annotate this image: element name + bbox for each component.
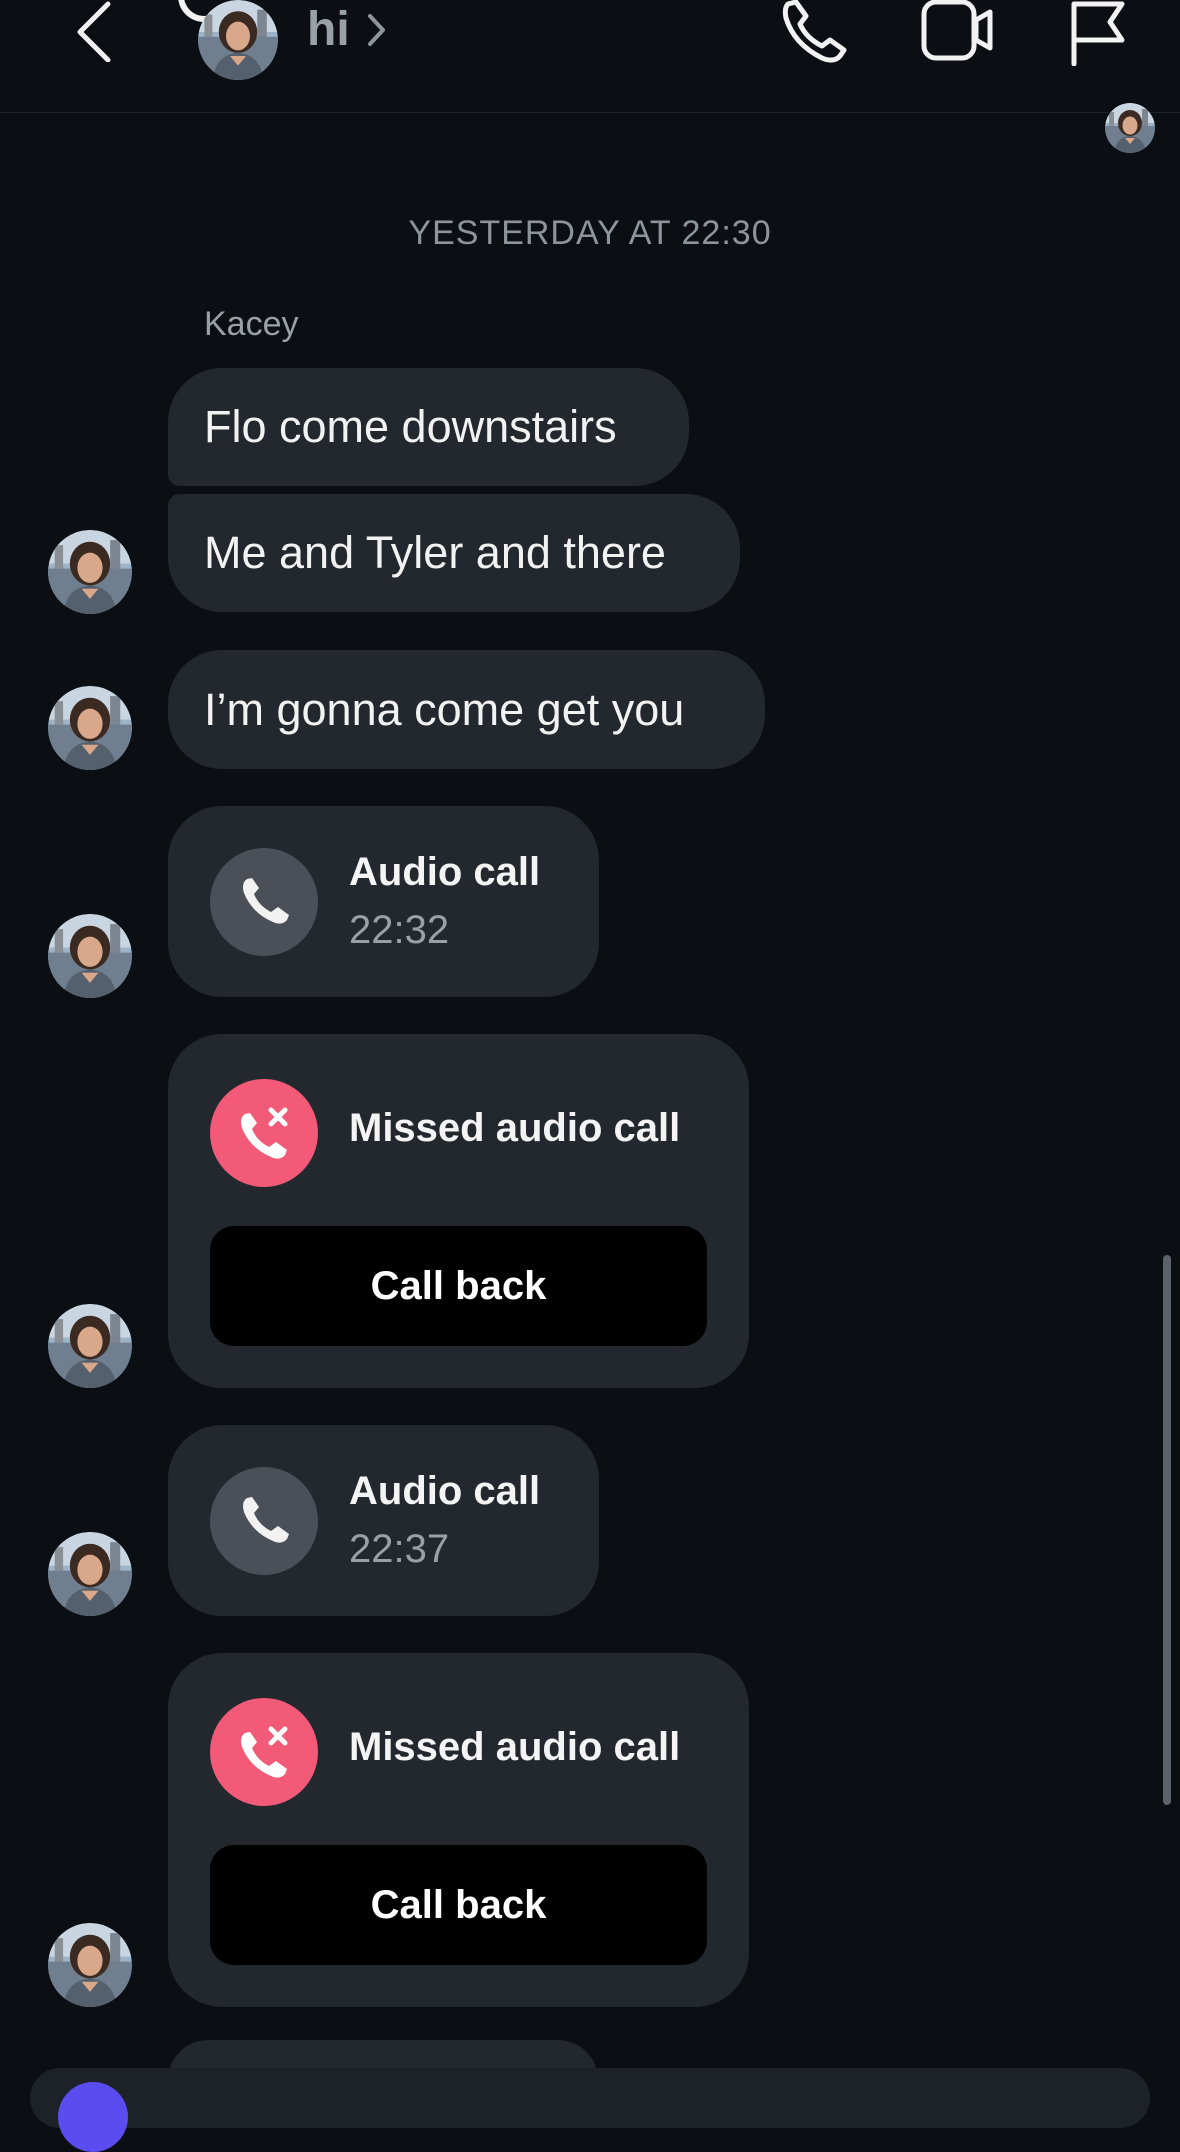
avatar[interactable]	[48, 686, 132, 770]
avatar[interactable]	[48, 1923, 132, 2007]
call-title: Audio call	[349, 850, 541, 894]
avatar[interactable]	[48, 914, 132, 998]
call-title: Missed audio call	[349, 1725, 681, 1769]
call-icon-button	[210, 848, 318, 956]
date-separator: YESTERDAY AT 22:30	[408, 214, 772, 252]
message-text: I’m gonna come get you	[204, 683, 685, 735]
chevron-left-icon	[77, 1, 111, 63]
flag-icon[interactable]	[1068, 0, 1130, 66]
call-icon-button	[210, 1467, 318, 1575]
conversation-title[interactable]: hi	[307, 2, 350, 57]
camera-button[interactable]	[58, 2082, 128, 2152]
missed-call-card: Missed audio call Call back	[168, 1034, 749, 1388]
seen-avatar	[1105, 103, 1155, 153]
missed-call-icon	[210, 1079, 318, 1187]
avatar[interactable]	[48, 1532, 132, 1616]
phone-icon[interactable]	[780, 0, 850, 64]
conversation-header: hi	[0, 0, 1180, 113]
avatar[interactable]	[48, 530, 132, 614]
message-composer[interactable]	[30, 2068, 1150, 2128]
message-bubble[interactable]: Flo come downstairs	[168, 368, 689, 486]
call-title: Missed audio call	[349, 1106, 681, 1150]
audio-call-card[interactable]: Audio call 22:32	[168, 806, 599, 997]
message-text: Flo come downstairs	[204, 401, 617, 452]
scrollbar[interactable]	[1163, 1255, 1171, 1805]
video-icon[interactable]	[920, 0, 996, 62]
message-bubble[interactable]: Me and Tyler and there	[168, 494, 740, 612]
sender-name: Kacey	[204, 305, 299, 343]
header-avatar[interactable]	[178, 0, 278, 80]
phone-icon	[243, 1497, 289, 1543]
message-bubble[interactable]: I’m gonna come get you	[168, 650, 765, 769]
avatar	[198, 0, 278, 80]
call-back-button[interactable]: Call back	[210, 1845, 707, 1965]
phone-icon	[243, 878, 289, 924]
avatar[interactable]	[48, 1304, 132, 1388]
back-button[interactable]	[70, 0, 120, 63]
missed-call-icon	[210, 1698, 318, 1806]
audio-call-card[interactable]: Audio call 22:37	[168, 1425, 599, 1616]
missed-call-icon	[241, 1107, 288, 1159]
call-time: 22:32	[349, 908, 450, 952]
missed-call-card: Missed audio call Call back	[168, 1653, 749, 2007]
call-time: 22:37	[349, 1527, 450, 1571]
call-back-button[interactable]: Call back	[210, 1226, 707, 1346]
missed-call-icon	[241, 1726, 288, 1778]
chevron-right-icon	[368, 14, 385, 46]
message-text: Me and Tyler and there	[204, 527, 666, 578]
call-title: Audio call	[349, 1469, 541, 1513]
